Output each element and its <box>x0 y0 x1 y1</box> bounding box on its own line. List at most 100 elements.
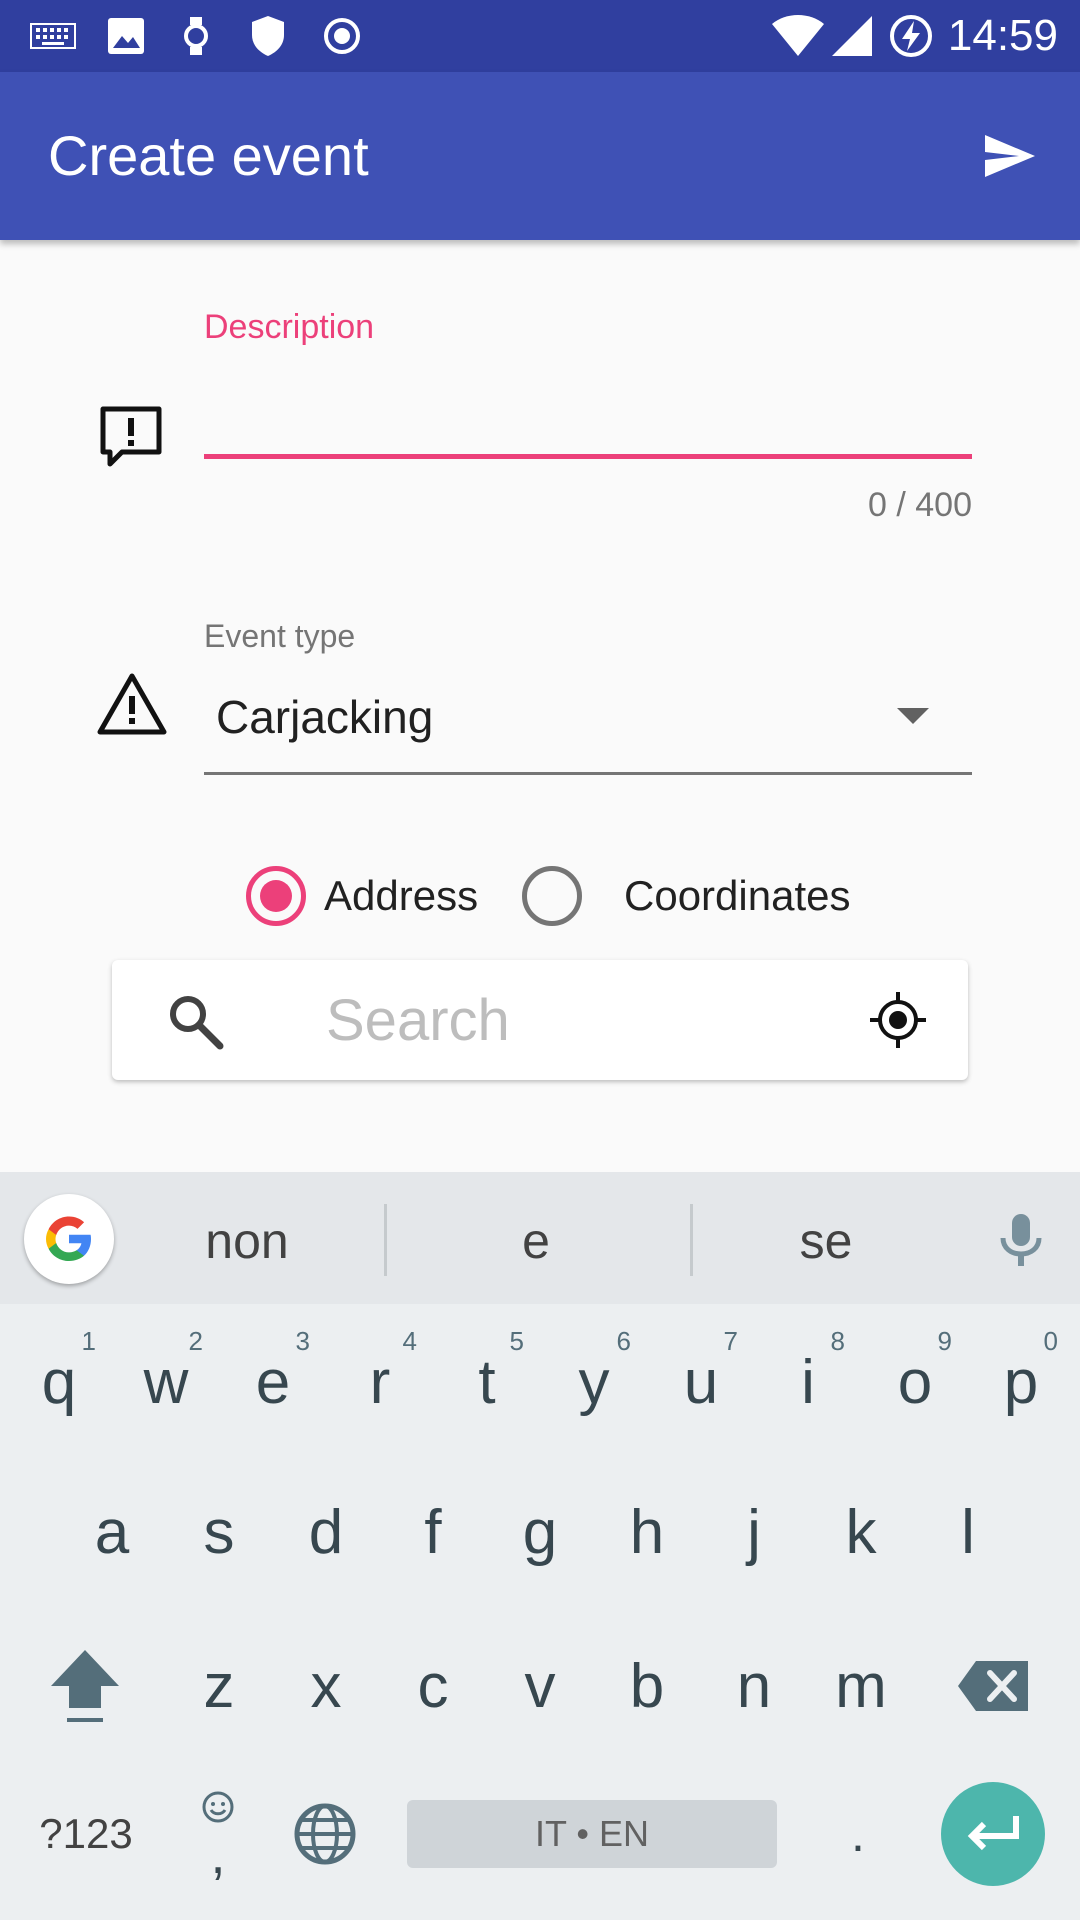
radio-address-button[interactable] <box>246 866 306 926</box>
send-icon <box>985 135 1035 177</box>
key-i[interactable]: i8 <box>755 1312 861 1452</box>
key-label: , <box>210 1825 226 1885</box>
suggestion-bar: non e se <box>0 1172 1080 1304</box>
event-type-value: Carjacking <box>216 691 434 743</box>
key-label: q <box>41 1347 77 1417</box>
key-label: . <box>851 1806 865 1862</box>
key-label: i <box>801 1347 815 1417</box>
key-label: ?123 <box>39 1810 133 1857</box>
wifi-icon <box>770 14 826 58</box>
key-label: g <box>522 1497 558 1567</box>
feedback-icon <box>98 404 164 470</box>
google-button[interactable] <box>24 1194 114 1284</box>
key-j[interactable]: j <box>701 1462 807 1602</box>
record-icon <box>322 14 362 58</box>
key-label: h <box>629 1497 665 1567</box>
key-s[interactable]: s <box>166 1462 272 1602</box>
key-q[interactable]: q1 <box>6 1312 112 1452</box>
location-search-box <box>112 960 968 1080</box>
key-label: o <box>897 1347 933 1417</box>
key-o[interactable]: o9 <box>862 1312 968 1452</box>
key-label: r <box>369 1347 391 1417</box>
key-label: n <box>736 1651 772 1721</box>
suggestion-divider <box>690 1204 693 1276</box>
status-bar: 14:59 <box>0 0 1080 72</box>
key-b[interactable]: b <box>594 1616 700 1756</box>
shield-icon <box>250 14 286 58</box>
key-y[interactable]: y6 <box>541 1312 647 1452</box>
key-r[interactable]: r4 <box>327 1312 433 1452</box>
key-label: l <box>961 1497 975 1567</box>
comma-key[interactable]: , <box>170 1764 266 1904</box>
key-label: e <box>255 1347 291 1417</box>
my-location-icon[interactable] <box>868 990 928 1050</box>
battery-charging-icon <box>888 14 934 58</box>
key-hint: 4 <box>402 1326 417 1356</box>
suggestion-3[interactable]: se <box>696 1212 956 1270</box>
warning-icon <box>96 672 168 736</box>
enter-key[interactable] <box>941 1782 1045 1886</box>
suggestion-1[interactable]: non <box>117 1212 377 1270</box>
description-label: Description <box>204 308 375 346</box>
page-title: Create event <box>48 124 369 187</box>
key-n[interactable]: n <box>701 1616 807 1756</box>
radio-coordinates[interactable]: Coordinates <box>522 866 850 926</box>
key-x[interactable]: x <box>273 1616 379 1756</box>
key-g[interactable]: g <box>487 1462 593 1602</box>
shift-icon <box>51 1650 119 1722</box>
radio-coordinates-label: Coordinates <box>624 872 851 919</box>
key-e[interactable]: e3 <box>220 1312 326 1452</box>
watch-icon <box>182 14 210 58</box>
key-label: x <box>310 1651 342 1721</box>
symbols-key[interactable]: ?123 <box>34 1764 138 1904</box>
event-type-underline <box>204 772 972 775</box>
google-icon <box>46 1216 91 1261</box>
key-f[interactable]: f <box>380 1462 486 1602</box>
key-hint: 8 <box>830 1326 845 1356</box>
mic-icon[interactable] <box>996 1212 1046 1268</box>
key-m[interactable]: m <box>808 1616 914 1756</box>
shift-key[interactable] <box>32 1616 138 1756</box>
key-label: j <box>747 1497 761 1567</box>
key-label: u <box>683 1347 719 1417</box>
suggestion-2[interactable]: e <box>406 1212 666 1270</box>
language-key[interactable] <box>272 1764 378 1904</box>
key-label: c <box>417 1651 449 1721</box>
space-key[interactable]: IT • EN <box>407 1800 777 1868</box>
key-v[interactable]: v <box>487 1616 593 1756</box>
radio-address[interactable]: Address <box>246 866 478 926</box>
period-key[interactable]: . <box>806 1764 910 1904</box>
key-label: a <box>94 1497 130 1567</box>
key-label: IT • EN <box>535 1813 649 1854</box>
key-hint: 5 <box>509 1326 524 1356</box>
key-label: p <box>1003 1347 1039 1417</box>
key-p[interactable]: p0 <box>968 1312 1074 1452</box>
key-k[interactable]: k <box>808 1462 914 1602</box>
image-icon <box>106 14 146 58</box>
key-hint: 3 <box>295 1326 310 1356</box>
key-d[interactable]: d <box>273 1462 379 1602</box>
keyboard-icon <box>30 14 76 58</box>
key-hint: 0 <box>1043 1326 1058 1356</box>
search-input[interactable] <box>326 980 756 1060</box>
status-time: 14:59 <box>947 11 1058 60</box>
key-h[interactable]: h <box>594 1462 700 1602</box>
backspace-key[interactable] <box>940 1616 1046 1756</box>
description-input[interactable] <box>204 392 972 460</box>
key-label: d <box>308 1497 344 1567</box>
key-l[interactable]: l <box>915 1462 1021 1602</box>
key-hint: 6 <box>616 1326 631 1356</box>
key-label: m <box>835 1651 887 1721</box>
key-a[interactable]: a <box>59 1462 165 1602</box>
key-hint: 9 <box>937 1326 952 1356</box>
key-u[interactable]: u7 <box>648 1312 754 1452</box>
key-c[interactable]: c <box>380 1616 486 1756</box>
key-z[interactable]: z <box>166 1616 272 1756</box>
send-button[interactable] <box>974 122 1046 190</box>
key-t[interactable]: t5 <box>434 1312 540 1452</box>
key-w[interactable]: w2 <box>113 1312 219 1452</box>
radio-coordinates-button[interactable] <box>522 866 582 926</box>
key-hint: 7 <box>723 1326 738 1356</box>
key-label: v <box>524 1651 556 1721</box>
app-bar: Create event <box>0 72 1080 240</box>
